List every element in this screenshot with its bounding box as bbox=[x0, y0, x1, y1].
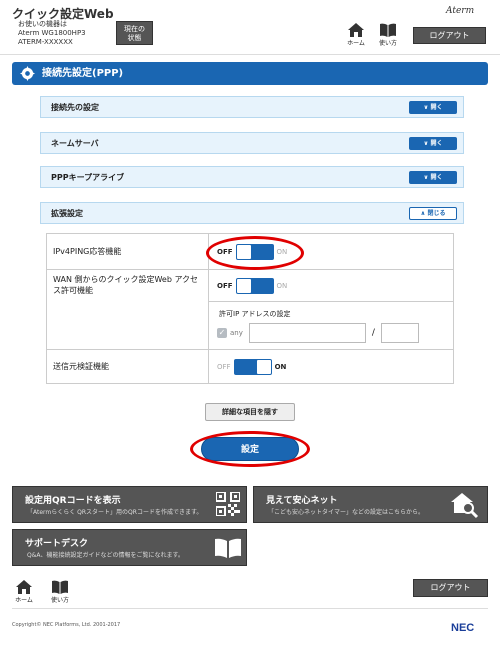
setting-control: OFF ON bbox=[208, 233, 454, 270]
manual-label: 使い方 bbox=[378, 40, 397, 47]
any-checkbox[interactable]: ✓ bbox=[217, 327, 227, 338]
panel-title: 見えて安心ネット bbox=[266, 496, 338, 506]
home-icon bbox=[16, 580, 32, 594]
current-status-button[interactable]: 現在の 状態 bbox=[116, 21, 153, 45]
setting-label: 送信元検証機能 bbox=[46, 349, 209, 384]
extended-settings-table: IPv4PING応答機能 OFF ON WAN 側からのクイック設定Web アクセ… bbox=[46, 233, 454, 384]
panel-title: 設定用QRコードを表示 bbox=[25, 496, 121, 506]
close-button[interactable]: ∧ 閉じる bbox=[409, 207, 457, 220]
toggle-knob bbox=[256, 359, 271, 374]
footer-manual-link[interactable]: 使い方 bbox=[48, 580, 72, 604]
accordion-label: 接続先の設定 bbox=[51, 103, 99, 112]
open-button-label: 開く bbox=[430, 174, 443, 181]
setting-label: IPv4PING応答機能 bbox=[46, 233, 209, 270]
book-icon bbox=[215, 538, 241, 558]
toggle-switch[interactable] bbox=[235, 277, 274, 294]
ip-address-input[interactable] bbox=[248, 322, 366, 343]
chevron-down-icon: ∨ bbox=[423, 140, 429, 147]
toggle-on-label: ON bbox=[276, 281, 288, 290]
footer-home-link[interactable]: ホーム bbox=[12, 580, 36, 604]
toggle-off-label: OFF bbox=[217, 362, 231, 371]
ip-mask-input[interactable] bbox=[380, 322, 419, 343]
toggle-knob bbox=[236, 278, 251, 293]
support-desk-panel[interactable]: サポートデスク Q&A、機能接続設定ガイドなどの情報をご覧になれます。 bbox=[12, 529, 247, 566]
page-title: 接続先設定(PPP) bbox=[12, 62, 488, 85]
qr-code-icon bbox=[216, 492, 240, 516]
footer-divider bbox=[12, 608, 488, 609]
setting-row-wan-access: WAN 側からのクイック設定Web アクセス許可機能 OFF ON bbox=[46, 269, 454, 350]
allowed-ip-title: 許可IP アドレスの設定 bbox=[219, 309, 291, 318]
toggle-off-label: OFF bbox=[217, 247, 233, 256]
accordion-ppp-keepalive[interactable]: PPPキープアライブ ∨ 開く bbox=[40, 166, 464, 188]
toggle-off-label: OFF bbox=[217, 281, 233, 290]
toggle-knob bbox=[236, 244, 251, 259]
setting-control: OFF ON bbox=[208, 349, 454, 384]
setting-label: WAN 側からのクイック設定Web アクセス許可機能 bbox=[46, 269, 209, 350]
toggle-switch[interactable] bbox=[233, 358, 272, 375]
qr-code-panel[interactable]: 設定用QRコードを表示 「Atermらくらく QRスタート」用のQRコードを作成… bbox=[12, 486, 247, 523]
home-search-icon bbox=[451, 493, 479, 519]
home-icon bbox=[348, 23, 364, 37]
toggle-on-label: ON bbox=[276, 247, 288, 256]
device-info-line: お使いの機器は bbox=[18, 20, 67, 28]
accordion-name-server[interactable]: ネームサーバ ∨ 開く bbox=[40, 132, 464, 154]
toggle-on-label: ON bbox=[274, 362, 287, 371]
panel-description: 「こども安心ネットタイマー」などの設定はこちらから。 bbox=[268, 509, 425, 516]
setting-row-ipv4ping: IPv4PING応答機能 OFF ON bbox=[46, 233, 454, 270]
accordion-label: ネームサーバ bbox=[51, 139, 99, 148]
footer-logout-button[interactable]: ログアウト bbox=[413, 579, 488, 597]
allowed-ip-row: ✓ any / bbox=[217, 322, 453, 343]
panel-description: Q&A、機能接続設定ガイドなどの情報をご覧になれます。 bbox=[27, 552, 184, 559]
open-button[interactable]: ∨ 開く bbox=[409, 101, 457, 114]
open-button[interactable]: ∨ 開く bbox=[409, 171, 457, 184]
any-label: any bbox=[230, 328, 243, 337]
manual-label: 使い方 bbox=[50, 597, 69, 604]
chevron-down-icon: ∨ bbox=[423, 104, 429, 111]
safety-net-panel[interactable]: 見えて安心ネット 「こども安心ネットタイマー」などの設定はこちらから。 bbox=[253, 486, 488, 523]
hide-details-button[interactable]: 詳細な項目を隠す bbox=[205, 403, 295, 421]
accordion-extended-settings[interactable]: 拡張設定 ∧ 閉じる bbox=[40, 202, 464, 224]
book-icon bbox=[52, 580, 68, 594]
home-link[interactable]: ホーム bbox=[344, 23, 368, 47]
open-button-label: 開く bbox=[430, 140, 443, 147]
setting-row-source-check: 送信元検証機能 OFF ON bbox=[46, 349, 454, 384]
chevron-up-icon: ∧ bbox=[420, 210, 426, 217]
home-label: ホーム bbox=[347, 40, 365, 47]
device-info: お使いの機器は Aterm WG1800HP3 ATERM-XXXXXX bbox=[18, 20, 86, 47]
home-label: ホーム bbox=[15, 597, 33, 604]
close-button-label: 閉じる bbox=[427, 210, 446, 217]
panel-description: 「Atermらくらく QRスタート」用のQRコードを作成できます。 bbox=[27, 509, 203, 516]
ipv4ping-toggle[interactable]: OFF ON bbox=[217, 243, 288, 260]
status-button-line: 現在の bbox=[124, 25, 145, 33]
check-icon: ✓ bbox=[218, 327, 226, 337]
accordion-label: PPPキープアライブ bbox=[51, 173, 125, 182]
accordion-connection[interactable]: 接続先の設定 ∨ 開く bbox=[40, 96, 464, 118]
accordion-label: 拡張設定 bbox=[51, 209, 83, 218]
header: クイック設定Web お使いの機器は Aterm WG1800HP3 ATERM-… bbox=[0, 0, 500, 55]
status-button-line: 状態 bbox=[127, 34, 142, 42]
toggle-switch[interactable] bbox=[235, 243, 274, 260]
logout-button[interactable]: ログアウト bbox=[413, 27, 486, 44]
gear-icon bbox=[20, 66, 35, 81]
wan-access-toggle[interactable]: OFF ON bbox=[217, 277, 288, 294]
nec-logo: NEC bbox=[451, 622, 475, 634]
open-button-label: 開く bbox=[430, 104, 443, 111]
device-model: Aterm WG1800HP3 bbox=[18, 29, 86, 37]
setting-control: 許可IP アドレスの設定 ✓ any / bbox=[208, 301, 454, 350]
open-button[interactable]: ∨ 開く bbox=[409, 137, 457, 150]
chevron-down-icon: ∨ bbox=[423, 174, 429, 181]
page-title-text: 接続先設定(PPP) bbox=[42, 68, 124, 79]
source-check-toggle[interactable]: OFF ON bbox=[217, 358, 287, 375]
ip-separator: / bbox=[371, 327, 375, 338]
book-icon bbox=[380, 23, 396, 37]
aterm-logo: Aterm bbox=[446, 6, 475, 16]
setting-control: OFF ON bbox=[208, 269, 454, 302]
manual-link[interactable]: 使い方 bbox=[376, 23, 400, 47]
panel-title: サポートデスク bbox=[25, 539, 89, 549]
copyright: Copyright© NEC Platforms, Ltd. 2001-2017 bbox=[12, 622, 121, 628]
apply-button[interactable]: 設定 bbox=[201, 437, 299, 461]
device-name: ATERM-XXXXXX bbox=[18, 38, 73, 46]
